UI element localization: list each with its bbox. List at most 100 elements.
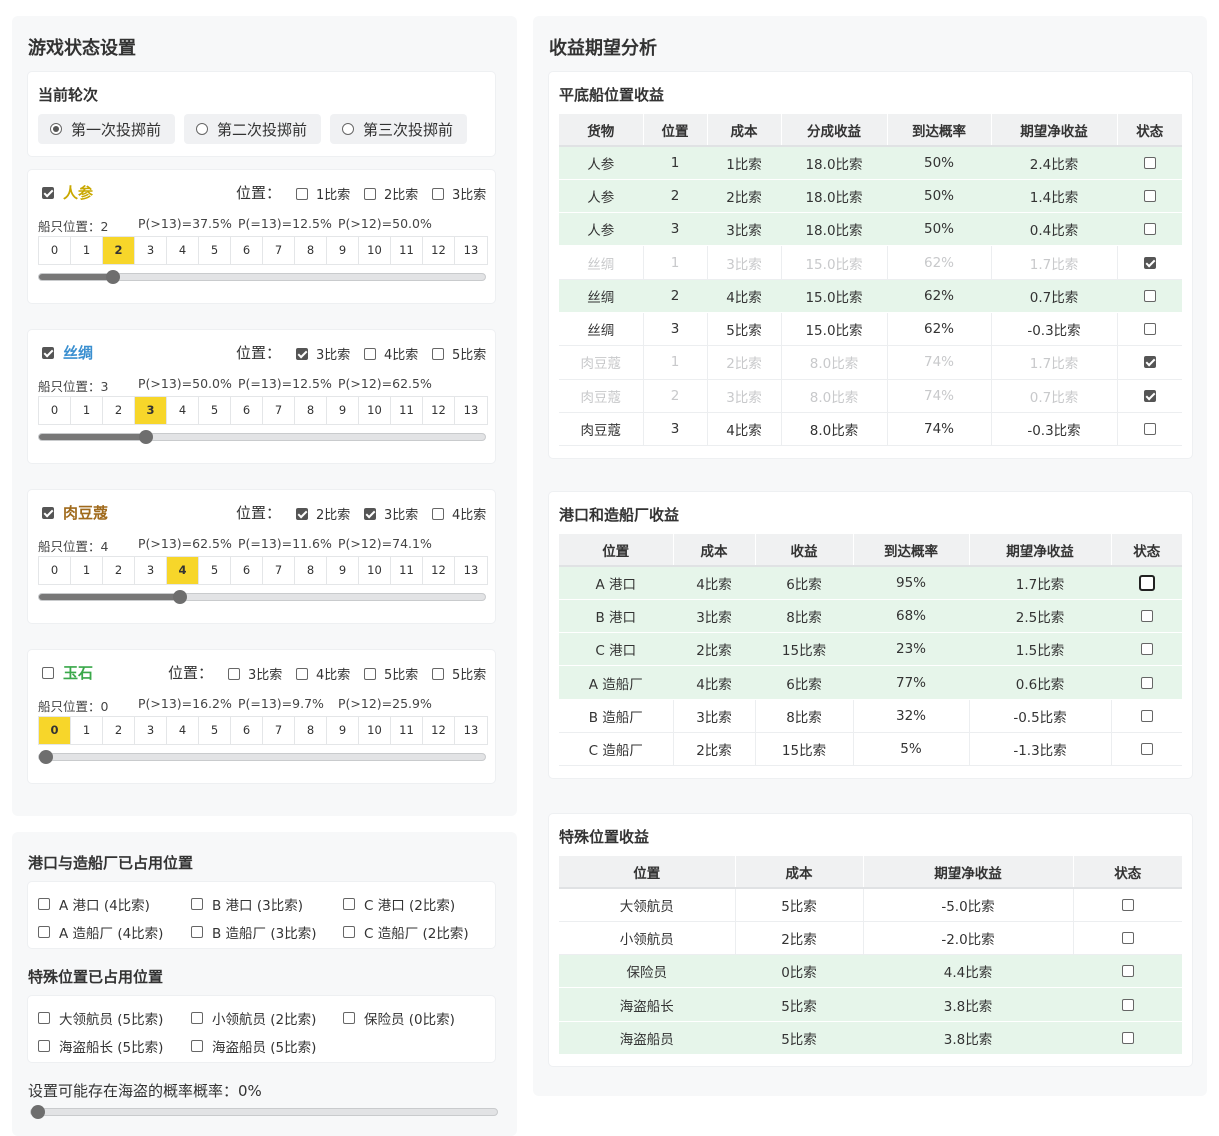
track-cell[interactable]: 6 bbox=[231, 237, 263, 264]
occupied-option[interactable]: 大领航员 (5比索) bbox=[38, 1008, 163, 1028]
status-checkbox[interactable] bbox=[1143, 156, 1156, 169]
status-checkbox[interactable] bbox=[1140, 709, 1153, 722]
status-checkbox[interactable] bbox=[1140, 676, 1153, 689]
position-checkbox[interactable] bbox=[296, 667, 308, 680]
status-checkbox[interactable] bbox=[1143, 189, 1156, 202]
track-cell[interactable]: 6 bbox=[231, 717, 263, 744]
ship-position-slider[interactable] bbox=[38, 590, 486, 604]
position-option[interactable]: 5比索 bbox=[432, 664, 486, 683]
occupied-checkbox[interactable] bbox=[38, 1040, 50, 1052]
track-cell[interactable]: 1 bbox=[71, 557, 103, 584]
goods-header[interactable]: 丝绸 bbox=[42, 342, 93, 363]
position-option[interactable]: 3比索 bbox=[228, 664, 282, 683]
ship-position-slider[interactable] bbox=[38, 750, 486, 764]
position-option[interactable]: 3比索 bbox=[296, 344, 350, 363]
status-checkbox[interactable] bbox=[1140, 609, 1153, 622]
status-checkbox[interactable] bbox=[1138, 574, 1155, 591]
position-checkbox[interactable] bbox=[432, 507, 444, 520]
track-cell[interactable]: 6 bbox=[231, 397, 263, 424]
track-cell[interactable]: 9 bbox=[327, 717, 359, 744]
occupied-option[interactable]: 海盗船长 (5比索) bbox=[38, 1036, 163, 1056]
slider-handle[interactable] bbox=[31, 1105, 45, 1119]
track-cell[interactable]: 10 bbox=[359, 557, 391, 584]
occupied-checkbox[interactable] bbox=[38, 1012, 50, 1024]
position-option[interactable]: 1比索 bbox=[296, 184, 350, 203]
position-option[interactable]: 4比索 bbox=[432, 504, 486, 523]
track-cell[interactable]: 13 bbox=[455, 557, 487, 584]
radio-icon[interactable] bbox=[50, 123, 62, 135]
position-checkbox[interactable] bbox=[364, 507, 376, 520]
position-option[interactable]: 4比索 bbox=[296, 664, 350, 683]
track-cell[interactable]: 4 bbox=[167, 237, 199, 264]
track-cell[interactable]: 4 bbox=[167, 557, 199, 584]
goods-header[interactable]: 人参 bbox=[42, 182, 93, 203]
occupied-option[interactable]: B 港口 (3比索) bbox=[191, 894, 303, 914]
track-cell[interactable]: 9 bbox=[327, 237, 359, 264]
track-cell[interactable]: 9 bbox=[327, 557, 359, 584]
occupied-checkbox[interactable] bbox=[191, 1012, 203, 1024]
track-cell[interactable]: 2 bbox=[103, 557, 135, 584]
track-cell[interactable]: 1 bbox=[71, 397, 103, 424]
goods-checkbox[interactable] bbox=[42, 666, 54, 679]
position-checkbox[interactable] bbox=[432, 187, 444, 200]
track-cell[interactable]: 0 bbox=[39, 237, 71, 264]
radio-icon[interactable] bbox=[196, 123, 208, 135]
track-cell[interactable]: 12 bbox=[423, 557, 455, 584]
track-cell[interactable]: 2 bbox=[103, 397, 135, 424]
occupied-option[interactable]: 海盗船员 (5比索) bbox=[191, 1036, 316, 1056]
track-cell[interactable]: 0 bbox=[39, 557, 71, 584]
status-checkbox[interactable] bbox=[1140, 643, 1153, 656]
status-checkbox[interactable] bbox=[1143, 289, 1156, 302]
position-option[interactable]: 4比索 bbox=[364, 344, 418, 363]
track-cell[interactable]: 0 bbox=[39, 717, 71, 744]
goods-checkbox[interactable] bbox=[42, 506, 54, 519]
occupied-checkbox[interactable] bbox=[343, 898, 355, 910]
position-option[interactable]: 3比索 bbox=[364, 504, 418, 523]
position-option[interactable]: 5比索 bbox=[432, 344, 486, 363]
track-cell[interactable]: 4 bbox=[167, 717, 199, 744]
goods-header[interactable]: 玉石 bbox=[42, 662, 93, 683]
track-cell[interactable]: 10 bbox=[359, 717, 391, 744]
status-checkbox[interactable] bbox=[1121, 931, 1134, 944]
track-cell[interactable]: 3 bbox=[135, 717, 167, 744]
goods-checkbox[interactable] bbox=[42, 186, 54, 199]
status-checkbox[interactable] bbox=[1143, 423, 1156, 436]
position-checkbox[interactable] bbox=[364, 347, 376, 360]
track-cell[interactable]: 13 bbox=[455, 717, 487, 744]
track-cell[interactable]: 7 bbox=[263, 397, 295, 424]
occupied-option[interactable]: C 港口 (2比索) bbox=[343, 894, 455, 914]
track-cell[interactable]: 6 bbox=[231, 557, 263, 584]
track-cell[interactable]: 8 bbox=[295, 397, 327, 424]
track-cell[interactable]: 5 bbox=[199, 237, 231, 264]
position-checkbox[interactable] bbox=[364, 667, 376, 680]
status-checkbox[interactable] bbox=[1121, 965, 1134, 978]
status-checkbox[interactable] bbox=[1121, 998, 1134, 1011]
position-checkbox[interactable] bbox=[364, 187, 376, 200]
track-cell[interactable]: 3 bbox=[135, 237, 167, 264]
occupied-checkbox[interactable] bbox=[191, 926, 203, 938]
slider-handle[interactable] bbox=[172, 590, 187, 604]
track-cell[interactable]: 2 bbox=[103, 717, 135, 744]
track-cell[interactable]: 7 bbox=[263, 237, 295, 264]
occupied-checkbox[interactable] bbox=[38, 898, 50, 910]
occupied-checkbox[interactable] bbox=[191, 1040, 203, 1052]
track-cell[interactable]: 11 bbox=[391, 557, 423, 584]
occupied-checkbox[interactable] bbox=[191, 898, 203, 910]
track-cell[interactable]: 8 bbox=[295, 717, 327, 744]
track-cell[interactable]: 7 bbox=[263, 557, 295, 584]
track-cell[interactable]: 7 bbox=[263, 717, 295, 744]
track-cell[interactable]: 5 bbox=[199, 397, 231, 424]
track-cell[interactable]: 2 bbox=[103, 237, 135, 264]
track-cell[interactable]: 5 bbox=[199, 557, 231, 584]
position-checkbox[interactable] bbox=[296, 507, 308, 520]
track-cell[interactable]: 12 bbox=[423, 397, 455, 424]
radio-icon[interactable] bbox=[342, 123, 354, 135]
position-option[interactable]: 2比索 bbox=[296, 504, 350, 523]
round-option-3[interactable]: 第三次投掷前 bbox=[330, 114, 467, 144]
occupied-checkbox[interactable] bbox=[38, 926, 50, 938]
position-option[interactable]: 2比索 bbox=[364, 184, 418, 203]
track-cell[interactable]: 13 bbox=[455, 397, 487, 424]
slider-handle[interactable] bbox=[139, 430, 154, 444]
track-cell[interactable]: 1 bbox=[71, 237, 103, 264]
track-cell[interactable]: 8 bbox=[295, 557, 327, 584]
